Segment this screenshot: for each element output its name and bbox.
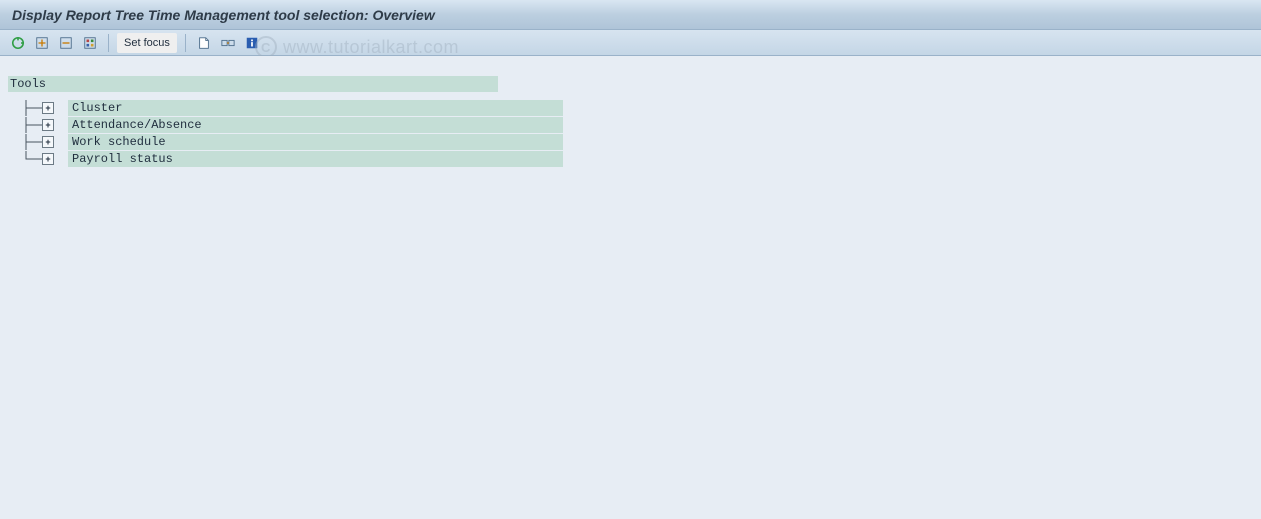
execute-icon [11,36,25,50]
options-icon [83,36,97,50]
tree-item[interactable]: + Cluster [8,100,1253,116]
tree-item[interactable]: + Work schedule [8,134,1253,150]
main-area: Tools + Cluster + Attendance/Absence [0,56,1261,519]
tree-item-label: Work schedule [68,134,563,150]
expand-icon [35,36,49,50]
info-icon [245,36,259,50]
tree-lines: + [8,134,54,150]
collapse-icon [59,36,73,50]
where-used-icon [221,36,235,50]
tree-item[interactable]: + Payroll status [8,151,1253,167]
options-button[interactable] [80,33,100,53]
display-button[interactable] [194,33,214,53]
toolbar: Set focus [0,30,1261,56]
expander-icon[interactable]: + [42,119,54,131]
document-icon [197,36,211,50]
execute-button[interactable] [8,33,28,53]
toolbar-separator [108,34,109,52]
tree-item[interactable]: + Attendance/Absence [8,117,1253,133]
toolbar-separator [185,34,186,52]
tree-children: + Cluster + Attendance/Absence + Work sc… [8,100,1253,167]
page-title: Display Report Tree Time Management tool… [12,7,435,23]
tree-item-label: Cluster [68,100,563,116]
tree-root-label: Tools [8,76,498,92]
tree-item-label: Attendance/Absence [68,117,563,133]
tree-lines: + [8,117,54,133]
tree-item-label: Payroll status [68,151,563,167]
expander-icon[interactable]: + [42,136,54,148]
expander-icon[interactable]: + [42,102,54,114]
tree-lines: + [8,151,54,167]
expander-icon[interactable]: + [42,153,54,165]
tree-root[interactable]: Tools [8,76,1253,92]
tree-lines: + [8,100,54,116]
info-button[interactable] [242,33,262,53]
collapse-all-button[interactable] [56,33,76,53]
titlebar: Display Report Tree Time Management tool… [0,0,1261,30]
set-focus-button[interactable]: Set focus [117,33,177,53]
where-used-button[interactable] [218,33,238,53]
expand-all-button[interactable] [32,33,52,53]
report-tree: Tools + Cluster + Attendance/Absence [8,76,1253,167]
